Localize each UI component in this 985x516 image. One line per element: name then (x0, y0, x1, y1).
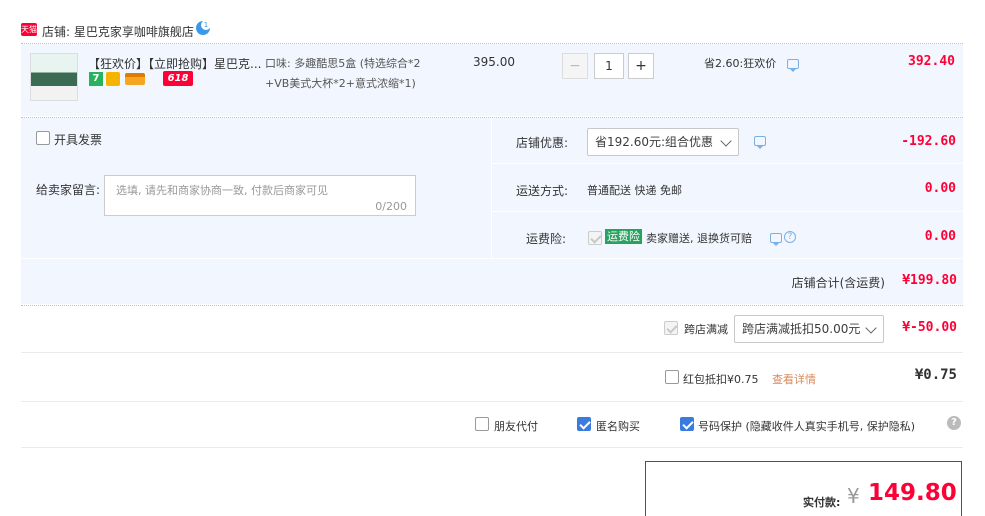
insurance-amount: 0.00 (924, 229, 956, 244)
shipping-amount: 0.00 (924, 181, 956, 196)
cross-store-amount: ¥-50.00 (902, 320, 957, 335)
seven-day-return-icon: 7 (89, 72, 103, 86)
store-total-label: 店铺合计(含运费) (791, 276, 885, 290)
store-name-link[interactable]: 店铺: 星巴克家享咖啡旗舰店 (42, 23, 194, 40)
store-total-row: 店铺合计(含运费) ¥199.80 (21, 258, 963, 304)
insurance-badge: 运费险 (605, 229, 642, 244)
card-pay-icon (125, 73, 145, 85)
message-placeholder: 选填, 请先和商家协商一致, 付款后商家可见 (116, 184, 328, 197)
insurance-text: 卖家赠送, 退换货可赔 (646, 232, 752, 245)
guarantee-icon (106, 72, 120, 86)
extras-row: 朋友代付 匿名购买 号码保护 (隐藏收件人真实手机号, 保护隐私) ? (21, 402, 963, 446)
store-coupon-row: 店铺优惠: 省192.60元:组合优惠 -192.60 (492, 118, 964, 164)
tmall-icon: 天猫 (21, 23, 37, 36)
friend-pay-checkbox[interactable] (475, 417, 489, 431)
message-label: 给卖家留言: (36, 183, 101, 197)
store-coupon-value: 省192.60元:组合优惠 (595, 135, 714, 149)
product-title-link[interactable]: 【狂欢价】【立即抢购】星巴克... (88, 55, 261, 72)
event-618-badge: 618 (163, 71, 193, 86)
invoice-checkbox[interactable] (36, 131, 50, 145)
anonymous-label: 匿名购买 (596, 420, 640, 433)
discount-info-icon[interactable] (787, 59, 799, 72)
extras-divider (21, 447, 963, 448)
shipping-label: 运送方式: (516, 184, 569, 198)
unit-price: 395.00 (473, 55, 515, 69)
red-packet-row: 红包抵扣¥0.75 查看详情 ¥0.75 (21, 353, 963, 400)
chevron-down-icon (720, 135, 732, 147)
product-thumbnail[interactable] (30, 53, 78, 101)
store-coupon-amount: -192.60 (901, 134, 956, 149)
invoice-label: 开具发票 (54, 133, 103, 147)
store-coupon-label: 店铺优惠: (516, 136, 569, 150)
message-textarea[interactable]: 选填, 请先和商家协商一致, 付款后商家可见 0/200 (104, 175, 416, 216)
payment-currency: ¥ (847, 484, 860, 508)
quantity-decrease-button[interactable]: − (562, 53, 588, 79)
red-packet-label: 红包抵扣¥0.75 (683, 373, 759, 386)
cross-store-value: 跨店满减抵扣50.00元 (742, 322, 861, 336)
insurance-row: 运费险: 运费险 卖家赠送, 退换货可赔 ? 0.00 (492, 213, 964, 258)
cross-store-select[interactable]: 跨店满减抵扣50.00元 (734, 315, 884, 343)
insurance-help-icon[interactable]: ? (784, 231, 796, 243)
insurance-chat-icon[interactable] (770, 233, 782, 246)
discount-label: 省2.60:狂欢价 (704, 57, 777, 70)
chevron-down-icon (865, 322, 877, 334)
store-total-value: ¥199.80 (902, 273, 957, 288)
payment-box: 实付款: ¥ 149.80 (645, 461, 962, 516)
coupon-info-icon[interactable] (754, 136, 766, 149)
store-header: 天猫 店铺: 星巴克家享咖啡旗舰店 1 (21, 18, 721, 42)
quantity-stepper: − 1 + (562, 53, 657, 79)
flavor-line-2: +VB美式大杯*2+意式浓缩*1) (265, 77, 416, 90)
cross-store-row: 跨店满减 跨店满减抵扣50.00元 ¥-50.00 (21, 306, 963, 352)
phone-protect-checkbox[interactable] (680, 417, 694, 431)
payment-label: 实付款: (803, 496, 841, 509)
payment-amount: 149.80 (868, 480, 957, 506)
red-packet-details-link[interactable]: 查看详情 (772, 371, 816, 387)
flavor-line-1: 口味: 多趣酷思5盒 (特选综合*2 (265, 57, 421, 70)
message-char-count: 0/200 (375, 200, 407, 213)
store-coupon-select[interactable]: 省192.60元:组合优惠 (587, 128, 739, 156)
item-row: 【狂欢价】【立即抢购】星巴克... 7 618 口味: 多趣酷思5盒 (特选综合… (21, 44, 963, 116)
red-packet-checkbox[interactable] (665, 370, 679, 384)
insurance-label: 运费险: (526, 232, 567, 246)
friend-pay-label: 朋友代付 (494, 420, 538, 433)
anonymous-checkbox[interactable] (577, 417, 591, 431)
order-options-panel: 开具发票 给卖家留言: 选填, 请先和商家协商一致, 付款后商家可见 0/200… (21, 118, 964, 304)
quantity-input[interactable]: 1 (594, 53, 624, 79)
item-subtotal: 392.40 (908, 54, 955, 69)
shipping-row: 运送方式: 普通配送 快递 免邮 0.00 (492, 165, 964, 212)
help-icon[interactable]: ? (947, 416, 961, 430)
cross-store-label: 跨店满减 (684, 323, 728, 336)
wangwang-badge: 1 (201, 20, 211, 30)
options-right-panel: 店铺优惠: 省192.60元:组合优惠 -192.60 运送方式: 普通配送 快… (491, 118, 964, 258)
phone-protect-label: 号码保护 (隐藏收件人真实手机号, 保护隐私) (698, 420, 916, 433)
insurance-checkbox (588, 231, 602, 245)
shipping-value: 普通配送 快递 免邮 (587, 184, 682, 197)
cross-store-checkbox (664, 321, 678, 335)
red-packet-amount: ¥0.75 (914, 367, 957, 383)
quantity-increase-button[interactable]: + (628, 53, 654, 79)
